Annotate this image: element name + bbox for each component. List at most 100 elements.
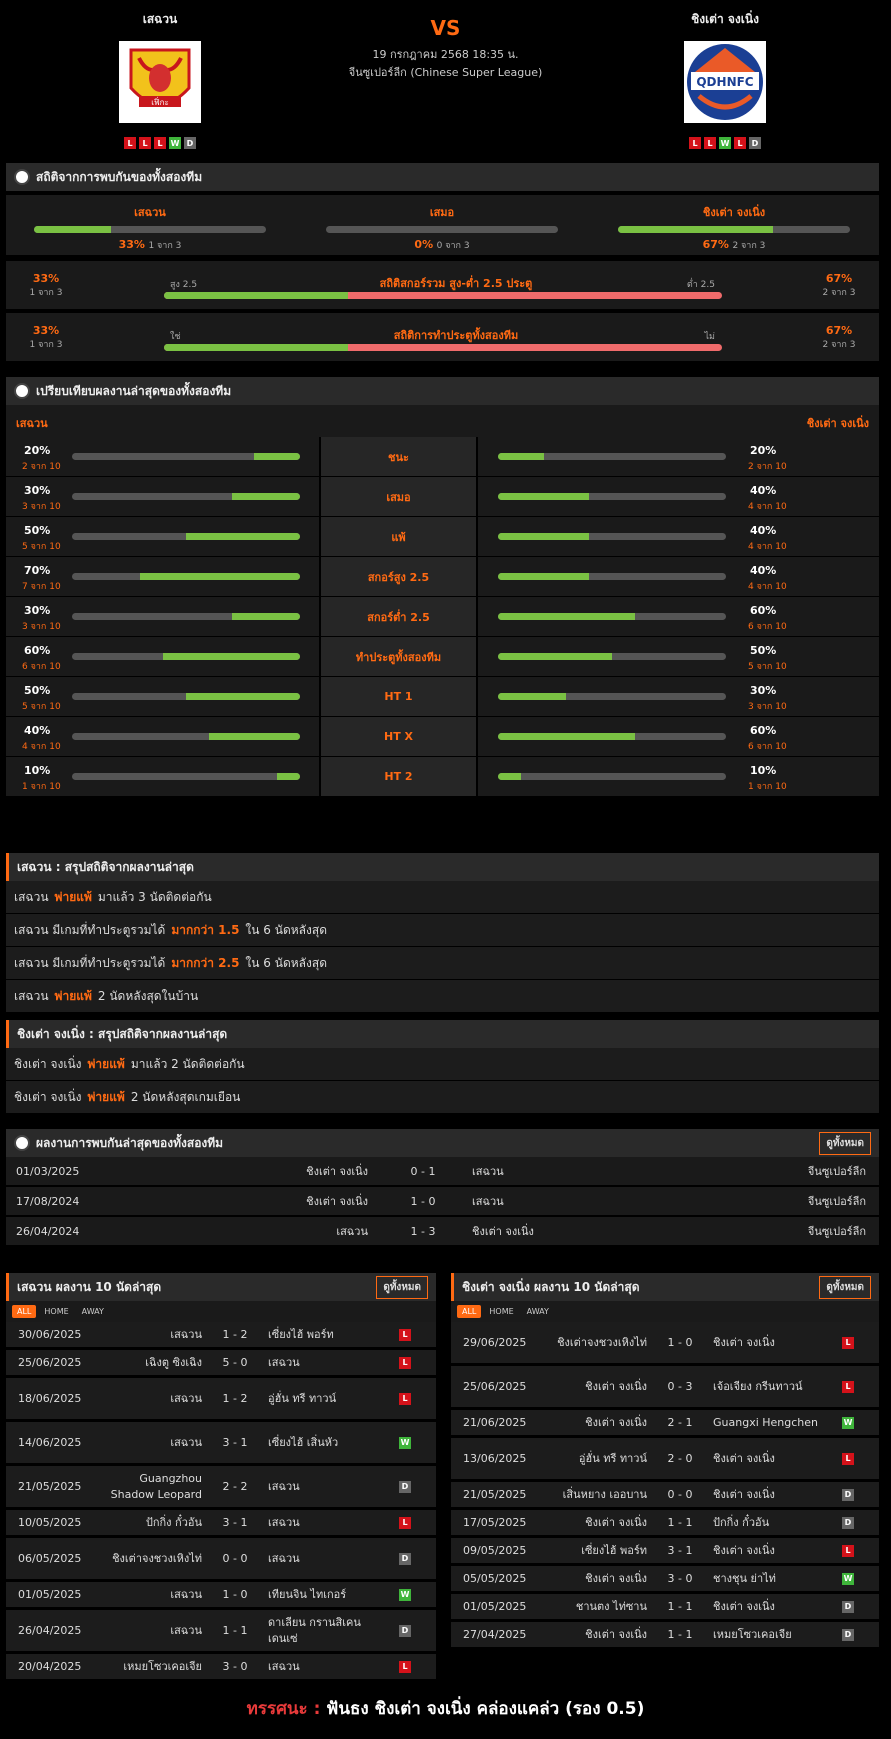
summary-text: 2 นัดหลังสุดในบ้าน [97, 988, 199, 1003]
match-date: 21/05/2025 [463, 1487, 527, 1501]
h2h-date: 17/08/2024 [16, 1194, 80, 1208]
summary-highlight: พ่ายแพ้ [87, 1056, 125, 1071]
compare-home-cell: 50% 5 จาก 10 [6, 517, 319, 556]
h2h-home: ชิงเต่า จงเนิ่ง [306, 1165, 368, 1178]
compare-away-cell: 60% 6 จาก 10 [478, 597, 879, 636]
match-row[interactable]: 18/06/2025 เสฉวน 1 - 2 อู่ฮั่น ทรี ทาวน์ L [6, 1378, 436, 1422]
home-last-rows: 30/06/2025 เสฉวน 1 - 2 เซี่ยงไฮ้ พอร์ท L 25/0… [6, 1322, 436, 1682]
form-badge: L [124, 137, 136, 149]
match-row[interactable]: 17/05/2025 ชิงเต่า จงเนิ่ง 1 - 1 ปักกิ่ง กั… [451, 1510, 879, 1538]
h2h-row[interactable]: 17/08/2024 ชิงเต่า จงเนิ่ง 1 - 0 เสฉวน จีนซู… [6, 1187, 879, 1217]
h2h-away-label: ชิงเต่า จงเนิ่ง [702, 206, 766, 219]
match-row[interactable]: 30/06/2025 เสฉวน 1 - 2 เซี่ยงไฮ้ พอร์ท L [6, 1322, 436, 1350]
match-row[interactable]: 06/05/2025 ชิงเต่าจงชวงเหิงไท่ 0 - 0 เสฉวน D [6, 1538, 436, 1582]
compare-home-name: เสฉวน [16, 417, 48, 430]
home-last-see-all-button[interactable]: ดูทั้งหมด [376, 1276, 428, 1299]
compare-home-pct: 60% [24, 644, 51, 657]
h2h-home-pct: 33% [118, 238, 145, 251]
result-badge: D [399, 1480, 411, 1493]
tab-home[interactable]: HOME [39, 1305, 73, 1318]
result-badge: L [842, 1380, 854, 1393]
h2h-see-all-button[interactable]: ดูทั้งหมด [819, 1132, 871, 1155]
h2h-rows: 01/03/2025 ชิงเต่า จงเนิ่ง 0 - 1 เสฉวน จีนซู… [6, 1157, 879, 1247]
compare-home-pct: 70% [24, 564, 51, 577]
ou-left-pct: 33% [32, 272, 60, 285]
summary-line: เสฉวน มีเกมที่ทำประตูรวมได้ มากกว่า 1.5 ใน… [6, 914, 879, 947]
result-badge: L [399, 1328, 411, 1341]
match-away: ชิงเต่า จงเนิ่ง [713, 1599, 775, 1613]
btts-title: สถิติการทำประตูทั้งสองทีม [393, 329, 519, 342]
match-row[interactable]: 05/05/2025 ชิงเต่า จงเนิ่ง 3 - 0 ชางชุน ย่า… [451, 1566, 879, 1594]
away-last-see-all-button[interactable]: ดูทั้งหมด [819, 1276, 871, 1299]
form-badge: L [689, 137, 701, 149]
match-row[interactable]: 25/06/2025 เฉิงตู ซิงเฉิง 5 - 0 เสฉวน L [6, 1350, 436, 1378]
match-row[interactable]: 09/05/2025 เซี่ยงไฮ้ พอร์ท 3 - 1 ชิงเต่า จง… [451, 1538, 879, 1566]
tab-all[interactable]: ALL [457, 1305, 482, 1318]
result-badge: L [399, 1516, 411, 1529]
match-row[interactable]: 25/06/2025 ชิงเต่า จงเนิ่ง 0 - 3 เจ้อเจียง … [451, 1366, 879, 1410]
compare-row: 30% 3 จาก 10 สกอร์ต่ำ 2.5 60% 6 จาก 10 [6, 597, 879, 636]
compare-label: สกอร์ต่ำ 2.5 [321, 597, 476, 636]
btts-left-pct: 33% [32, 324, 60, 337]
match-date: 14/06/2025 [18, 1435, 82, 1449]
match-row[interactable]: 01/05/2025 ชานตง ไท่ซาน 1 - 1 ชิงเต่า จงเนิ… [451, 1594, 879, 1622]
match-row[interactable]: 26/04/2025 เสฉวน 1 - 1 ดาเลียน กรานสิเคน เด… [6, 1610, 436, 1654]
tab-home[interactable]: HOME [484, 1305, 518, 1318]
summary-text: เสฉวน [14, 889, 49, 904]
compare-away-sub: 3 จาก 10 [748, 702, 787, 712]
h2h-row[interactable]: 01/03/2025 ชิงเต่า จงเนิ่ง 0 - 1 เสฉวน จีนซู… [6, 1157, 879, 1187]
compare-home-sub: 6 จาก 10 [22, 662, 61, 672]
match-home: เสฉวน [170, 1391, 202, 1405]
compare-away-bar [498, 773, 726, 780]
h2h-away-pct: 67% [702, 238, 729, 251]
tab-all[interactable]: ALL [12, 1305, 37, 1318]
home-last-header: เสฉวน ผลงาน 10 นัดล่าสุด ดูทั้งหมด [6, 1273, 436, 1301]
compare-row: 10% 1 จาก 10 HT 2 10% 1 จาก 10 [6, 757, 879, 796]
compare-away-bar [498, 453, 726, 460]
match-row[interactable]: 13/06/2025 อู่ฮั่น ทรี ทาวน์ 2 - 0 ชิงเต่า … [451, 1438, 879, 1482]
home-form: LLLWD [75, 137, 245, 149]
match-row[interactable]: 21/05/2025 เสิ่นหยาง เออบาน 0 - 0 ชิงเต่า จ… [451, 1482, 879, 1510]
h2h-score: 1 - 3 [410, 1224, 436, 1238]
match-row[interactable]: 10/05/2025 ปักกิ่ง กั๋วอัน 3 - 1 เสฉวน L [6, 1510, 436, 1538]
summary-text: มาแล้ว 2 นัดติดต่อกัน [130, 1056, 245, 1071]
compare-away-bar [498, 573, 726, 580]
match-row[interactable]: 29/06/2025 ชิงเต่าจงชวงเหิงไท่ 1 - 0 ชิงเต่… [451, 1322, 879, 1366]
away-team[interactable]: ชิงเต่า จงเนิ่ง QDHNFC LLWLD [640, 10, 810, 149]
compare-away-name: ชิงเต่า จงเนิ่ง [806, 417, 869, 430]
compare-home-bar [72, 493, 300, 500]
match-away: เสฉวน [268, 1515, 300, 1529]
result-badge: L [842, 1452, 854, 1465]
match-row[interactable]: 14/06/2025 เสฉวน 3 - 1 เซี่ยงไฮ้ เสิ่นหัว W [6, 1422, 436, 1466]
compare-label: แพ้ [321, 517, 476, 556]
verdict-label: ทรรศนะ : [246, 1699, 321, 1719]
match-home: Guangzhou Shadow Leopard [110, 1471, 202, 1501]
match-home: เสฉวน [170, 1587, 202, 1601]
tab-away[interactable]: AWAY [522, 1305, 554, 1318]
match-score: 2 - 0 [667, 1451, 693, 1465]
match-score: 2 - 2 [222, 1479, 248, 1493]
match-row[interactable]: 27/04/2025 ชิงเต่า จงเนิ่ง 1 - 1 เหมยโซวเคอ… [451, 1622, 879, 1650]
home-team[interactable]: เสฉวน เฟิ่กะ LLLWD [75, 10, 245, 149]
match-date: 30/06/2025 [18, 1327, 82, 1341]
match-row[interactable]: 21/06/2025 ชิงเต่า จงเนิ่ง 2 - 1 Guangxi He… [451, 1410, 879, 1438]
ou-left-sub: 1 จาก 3 [29, 288, 63, 298]
h2h-row[interactable]: 26/04/2024 เสฉวน 1 - 3 ชิงเต่า จงเนิ่ง จีนซู… [6, 1217, 879, 1247]
tab-away[interactable]: AWAY [77, 1305, 109, 1318]
btts-right-sub: 2 จาก 3 [822, 340, 856, 350]
match-row[interactable]: 20/04/2025 เหมยโซวเคอเจีย 3 - 0 เสฉวน L [6, 1654, 436, 1682]
h2h-home-label: เสฉวน [134, 206, 166, 219]
match-row[interactable]: 21/05/2025 Guangzhou Shadow Leopard 2 - 2 เ… [6, 1466, 436, 1510]
summary-line: ชิงเต่า จงเนิ่ง พ่ายแพ้ มาแล้ว 2 นัดติดต่อ… [6, 1048, 879, 1081]
match-home: เสฉวน [170, 1327, 202, 1341]
summary-text: ใน 6 นัดหลังสุด [245, 922, 327, 937]
match-home: ชิงเต่าจงชวงเหิงไท่ [557, 1335, 647, 1349]
h2h-score: 1 - 0 [410, 1194, 436, 1208]
compare-home-sub: 3 จาก 10 [22, 502, 61, 512]
compare-home-cell: 30% 3 จาก 10 [6, 597, 319, 636]
match-home: อู่ฮั่น ทรี ทาวน์ [578, 1451, 647, 1465]
compare-away-sub: 5 จาก 10 [748, 662, 787, 672]
compare-title: เปรียบเทียบผลงานล่าสุดของทั้งสองทีม [36, 383, 232, 398]
match-row[interactable]: 01/05/2025 เสฉวน 1 - 0 เทียนจิน ไทเกอร์ W [6, 1582, 436, 1610]
compare-label: HT 2 [321, 757, 476, 796]
